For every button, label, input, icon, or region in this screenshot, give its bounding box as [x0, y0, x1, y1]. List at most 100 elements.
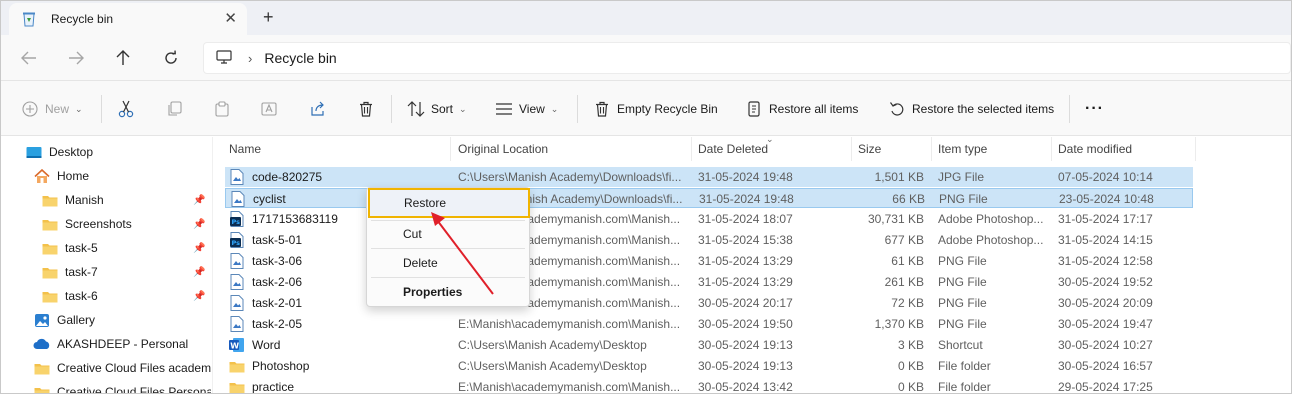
file-name-cell[interactable]: code-820275	[229, 167, 451, 187]
sidebar-item-label: AKASHDEEP - Personal	[57, 337, 189, 351]
file-name-cell[interactable]: W Word	[229, 335, 451, 355]
restore-all-icon	[745, 100, 763, 118]
delete-button[interactable]	[357, 97, 381, 121]
empty-recycle-bin-button[interactable]: Empty Recycle Bin	[593, 97, 718, 121]
sidebar-item-creative-cloud-personal[interactable]: Creative Cloud Files Personal	[1, 381, 211, 393]
sidebar-item-label: task-5	[65, 241, 98, 255]
table-row[interactable]: W Word C:\Users\Manish Academy\Desktop 30-0…	[225, 335, 1193, 355]
table-row[interactable]: Photoshop C:\Users\Manish Academy\Desktop…	[225, 356, 1193, 376]
file-name-cell[interactable]: practice	[229, 377, 451, 394]
command-bar: New ⌄ Sort ⌄ View ⌄ Empty Recycle Bin Re…	[1, 81, 1291, 136]
pin-icon[interactable]: 📌	[193, 195, 205, 206]
home-icon	[33, 168, 51, 184]
share-button[interactable]	[309, 97, 333, 121]
column-header-original-location[interactable]: Original Location	[452, 137, 692, 161]
sidebar-item-home[interactable]: Home	[1, 165, 211, 187]
view-button[interactable]: View ⌄	[495, 97, 558, 121]
new-tab-button[interactable]: +	[263, 6, 274, 28]
column-header-item-type[interactable]: Item type	[932, 137, 1052, 161]
date-deleted-cell: 31-05-2024 18:07	[698, 212, 793, 226]
recycle-bin-icon	[21, 11, 37, 27]
photoshop-file-icon: Ps	[229, 232, 245, 248]
sidebar-item-label: Home	[57, 169, 90, 183]
more-options-button[interactable]: ···	[1085, 97, 1104, 121]
sidebar-item-onedrive[interactable]: AKASHDEEP - Personal	[1, 333, 211, 355]
item-type-cell: JPG File	[938, 170, 985, 184]
sidebar-item-creative-cloud-academ[interactable]: Creative Cloud Files academ	[1, 357, 211, 379]
restore-selected-button[interactable]: Restore the selected items	[888, 97, 1054, 121]
back-arrow-icon[interactable]	[17, 46, 41, 70]
sidebar-item-task-7[interactable]: task-7 📌	[1, 261, 211, 283]
date-modified-cell: 30-05-2024 10:27	[1058, 338, 1153, 352]
file-name: task-2-01	[252, 296, 303, 310]
size-cell: 0 KB	[897, 359, 924, 373]
sidebar-item-task-5[interactable]: task-5 📌	[1, 237, 211, 259]
date-deleted-cell: 30-05-2024 19:50	[698, 317, 793, 331]
svg-text:Ps: Ps	[232, 239, 241, 247]
rename-icon	[261, 100, 279, 118]
cut-button[interactable]	[117, 97, 141, 121]
address-bar[interactable]: › Recycle bin	[203, 42, 1291, 74]
copy-button[interactable]	[165, 97, 189, 121]
file-name: Word	[252, 338, 281, 352]
new-button[interactable]: New ⌄	[21, 97, 83, 121]
column-header-size[interactable]: Size	[852, 137, 932, 161]
date-deleted-cell: 30-05-2024 19:13	[698, 359, 793, 373]
file-name-cell[interactable]: task-2-05	[229, 314, 451, 334]
sidebar-item-desktop[interactable]: Desktop	[1, 141, 211, 163]
table-row[interactable]: task-2-05 E:\Manish\academymanish.com\Man…	[225, 314, 1193, 334]
up-arrow-icon[interactable]	[111, 46, 135, 70]
pin-icon[interactable]: 📌	[193, 267, 205, 278]
chevron-down-icon: ⌄	[459, 103, 467, 114]
date-modified-cell: 31-05-2024 12:58	[1058, 254, 1153, 268]
sort-button[interactable]: Sort ⌄	[407, 97, 467, 121]
file-name: practice	[252, 380, 295, 394]
table-row[interactable]: code-820275 C:\Users\Manish Academy\Downl…	[225, 167, 1193, 187]
date-deleted-cell: 31-05-2024 19:48	[699, 192, 794, 206]
address-location[interactable]: Recycle bin	[264, 50, 336, 66]
close-tab-icon[interactable]: ✕	[224, 11, 237, 27]
sidebar-item-task-6[interactable]: task-6 📌	[1, 285, 211, 307]
tab-title: Recycle bin	[51, 12, 114, 26]
folder-icon	[41, 264, 59, 280]
table-row[interactable]: practice E:\Manish\academymanish.com\Mani…	[225, 377, 1193, 394]
sidebar-item-screenshots[interactable]: Screenshots 📌	[1, 213, 211, 235]
original-location-cell: E:\Manish\academymanish.com\Manish...	[458, 317, 681, 331]
date-modified-cell: 30-05-2024 19:52	[1058, 275, 1153, 289]
pin-icon[interactable]: 📌	[193, 219, 205, 230]
restore-all-button[interactable]: Restore all items	[745, 97, 858, 121]
size-cell: 66 KB	[892, 192, 925, 206]
sidebar-item-manish[interactable]: Manish 📌	[1, 189, 211, 211]
image-file-icon	[230, 191, 246, 207]
forward-arrow-icon[interactable]	[64, 46, 88, 70]
annotation-arrow	[431, 212, 494, 295]
pin-icon[interactable]: 📌	[193, 291, 205, 302]
pin-icon[interactable]: 📌	[193, 243, 205, 254]
size-cell: 677 KB	[884, 233, 924, 247]
explorer-window: Recycle bin ✕ + › Recycle bin New ⌄ Sort…	[0, 0, 1292, 394]
file-name-cell[interactable]: Photoshop	[229, 356, 451, 376]
item-type-cell: File folder	[938, 380, 991, 394]
restore-all-label: Restore all items	[769, 102, 859, 116]
refresh-icon[interactable]	[159, 46, 183, 70]
column-header-name[interactable]: Name	[223, 137, 451, 161]
column-header-date-modified[interactable]: Date modified	[1052, 137, 1196, 161]
image-file-icon	[229, 169, 245, 185]
date-modified-cell: 31-05-2024 14:15	[1058, 233, 1153, 247]
file-name: task-5-01	[252, 233, 303, 247]
file-name: 1717153683119	[252, 212, 338, 226]
sidebar-item-gallery[interactable]: Gallery	[1, 309, 211, 331]
file-name: Photoshop	[252, 359, 310, 373]
file-name: task-3-06	[252, 254, 303, 268]
date-modified-cell: 07-05-2024 10:14	[1058, 170, 1153, 184]
tab-recycle-bin[interactable]: Recycle bin ✕	[9, 3, 247, 35]
rename-button[interactable]	[261, 97, 285, 121]
date-modified-cell: 30-05-2024 20:09	[1058, 296, 1153, 310]
folder-icon	[41, 240, 59, 256]
sidebar-item-label: Screenshots	[65, 217, 132, 231]
file-name: code-820275	[252, 170, 323, 184]
paste-button[interactable]	[213, 97, 237, 121]
item-type-cell: PNG File	[939, 192, 988, 206]
date-modified-cell: 29-05-2024 17:25	[1058, 380, 1153, 394]
chevron-right-icon[interactable]: ›	[248, 51, 252, 66]
